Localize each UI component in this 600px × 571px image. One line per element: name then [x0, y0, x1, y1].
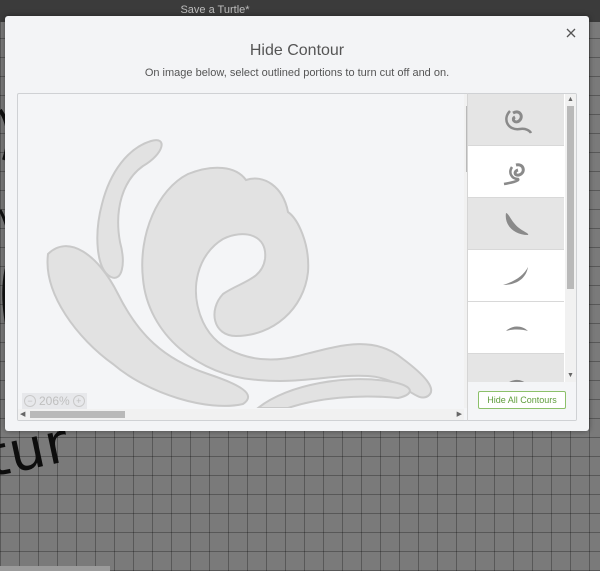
- zoom-level: 206%: [39, 394, 70, 408]
- contour-list-item[interactable]: [468, 94, 564, 146]
- contour-preview-panel: ▲ ▼ ◀ ▶ − 206% +: [17, 93, 476, 421]
- contour-list-footer: Hide All Contours: [468, 382, 576, 420]
- close-button[interactable]: [563, 25, 579, 41]
- contour-list-panel: ▲ ▼ Hide All Contours: [467, 93, 577, 421]
- scroll-left-arrow-icon[interactable]: ◀: [20, 411, 25, 419]
- contour-list: [468, 94, 564, 406]
- contour-shape-bottom-arc[interactable]: [256, 378, 411, 408]
- contour-list-item[interactable]: [468, 302, 564, 354]
- contour-thumbnail-leaf-icon: [505, 212, 529, 235]
- scroll-up-arrow-icon[interactable]: ▲: [567, 96, 574, 104]
- dialog-title: Hide Contour: [249, 42, 345, 59]
- contour-thumbnail-arc-icon: [506, 326, 528, 331]
- contour-artwork[interactable]: [18, 94, 464, 408]
- contour-list-scrollbar[interactable]: ▲ ▼: [565, 94, 576, 382]
- hide-contour-dialog: Hide Contour On image below, select outl…: [5, 16, 589, 431]
- contour-thumbnail-leaf-icon: [503, 266, 528, 285]
- hide-all-contours-button[interactable]: Hide All Contours: [478, 391, 566, 409]
- dialog-subtitle: On image below, select outlined portions…: [144, 67, 450, 79]
- contour-list-item[interactable]: [468, 198, 564, 250]
- contour-thumbnail-spiral-icon: [505, 109, 533, 134]
- zoom-out-button[interactable]: −: [24, 395, 36, 407]
- canvas-scrollbar[interactable]: [0, 566, 110, 571]
- scroll-down-arrow-icon[interactable]: ▼: [567, 372, 574, 380]
- contour-list-item[interactable]: [468, 146, 564, 198]
- preview-horizontal-scrollbar[interactable]: ◀ ▶: [18, 409, 464, 420]
- zoom-control: − 206% +: [22, 393, 87, 409]
- contour-thumbnail-spiral-icon: [503, 162, 525, 185]
- scroll-right-arrow-icon[interactable]: ▶: [457, 411, 462, 419]
- contour-list-item[interactable]: [468, 250, 564, 302]
- preview-horizontal-scroll-thumb[interactable]: [30, 411, 125, 418]
- contour-shape-main-swirl[interactable]: [141, 166, 433, 399]
- zoom-in-button[interactable]: +: [72, 395, 85, 407]
- close-icon: [566, 28, 576, 38]
- document-title: Save a Turtle*: [180, 4, 250, 16]
- contour-list-scroll-thumb[interactable]: [567, 106, 574, 289]
